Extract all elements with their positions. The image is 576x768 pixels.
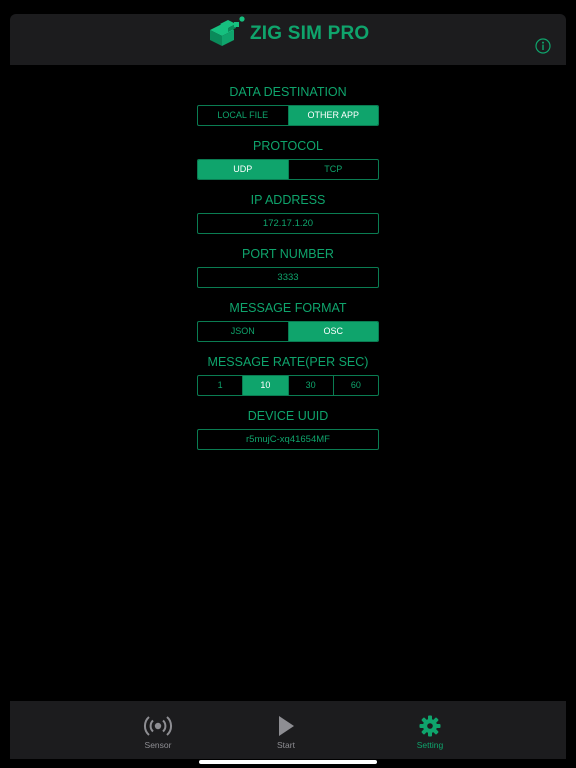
tab-setting-label: Setting	[416, 740, 444, 750]
tab-setting[interactable]: Setting	[390, 715, 470, 750]
tab-start[interactable]: Start	[246, 715, 326, 750]
ip-address-label: IP ADDRESS	[250, 193, 326, 207]
home-indicator	[199, 760, 377, 764]
rate-30-option[interactable]: 30	[287, 376, 333, 395]
play-icon	[279, 716, 294, 736]
message-rate-segmented-control: 1 10 30 60	[197, 375, 379, 396]
tcp-option[interactable]: TCP	[287, 160, 379, 179]
tab-start-label: Start	[277, 740, 295, 750]
protocol-label: PROTOCOL	[253, 139, 323, 153]
port-number-label: PORT NUMBER	[242, 247, 334, 261]
tab-sensor-label: Sensor	[144, 740, 172, 750]
udp-option[interactable]: UDP	[198, 160, 288, 179]
settings-panel: DATA DESTINATION LOCAL FILE OTHER APP PR…	[197, 84, 379, 450]
json-option[interactable]: JSON	[198, 322, 288, 341]
rate-10-option[interactable]: 10	[242, 376, 288, 395]
protocol-segmented-control: UDP TCP	[197, 159, 379, 180]
ip-address-field[interactable]: 172.17.1.20	[197, 213, 379, 234]
bottom-tab-bar: Sensor Start Setting	[10, 701, 566, 759]
data-destination-label: DATA DESTINATION	[229, 85, 347, 99]
device-uuid-field[interactable]: r5mujC-xq41654MF	[197, 429, 379, 450]
message-format-segmented-control: JSON OSC	[197, 321, 379, 342]
port-number-field[interactable]: 3333	[197, 267, 379, 288]
other-app-option[interactable]: OTHER APP	[287, 106, 378, 125]
data-destination-segmented-control: LOCAL FILE OTHER APP	[197, 105, 379, 126]
app-title: ZIG SIM PRO	[250, 23, 370, 44]
tab-sensor[interactable]: Sensor	[118, 715, 198, 750]
osc-option[interactable]: OSC	[287, 322, 378, 341]
message-format-label: MESSAGE FORMAT	[229, 301, 347, 315]
rate-60-option[interactable]: 60	[332, 376, 378, 395]
broadcast-icon	[143, 716, 173, 736]
zigsim-logo-icon	[210, 16, 245, 46]
message-rate-label: MESSAGE RATE(PER SEC)	[207, 355, 369, 369]
local-file-option[interactable]: LOCAL FILE	[198, 106, 288, 125]
rate-1-option[interactable]: 1	[198, 376, 242, 395]
gear-icon	[419, 715, 441, 737]
info-icon[interactable]	[535, 38, 551, 54]
device-uuid-label: DEVICE UUID	[247, 409, 329, 423]
